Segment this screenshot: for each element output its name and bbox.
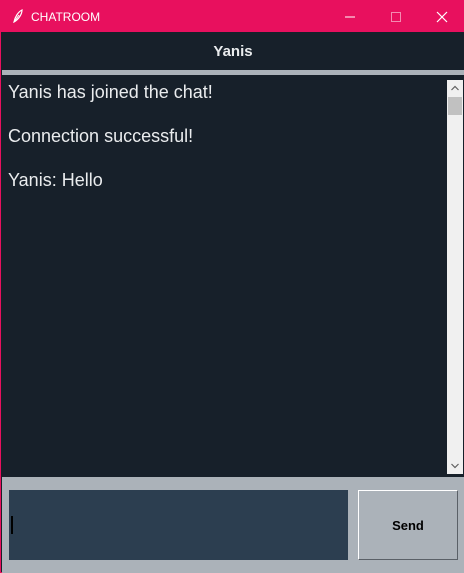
maximize-button[interactable] bbox=[373, 1, 419, 32]
message-list: Yanis has joined the chat! Connection su… bbox=[8, 81, 444, 213]
minimize-button[interactable] bbox=[327, 1, 373, 32]
title-bar[interactable]: CHATROOM bbox=[1, 1, 464, 32]
composer-panel: Send bbox=[2, 477, 464, 573]
text-cursor bbox=[11, 516, 13, 534]
feather-icon bbox=[13, 9, 23, 23]
message-item: Yanis has joined the chat! bbox=[8, 82, 213, 102]
scroll-up-button[interactable] bbox=[447, 80, 463, 96]
message-input[interactable] bbox=[9, 490, 348, 560]
send-button[interactable]: Send bbox=[358, 490, 458, 560]
minimize-icon bbox=[345, 16, 355, 17]
scroll-down-button[interactable] bbox=[447, 458, 463, 474]
message-scrollbar[interactable] bbox=[447, 80, 463, 474]
maximize-icon bbox=[391, 11, 401, 22]
chevron-down-icon bbox=[451, 463, 459, 469]
message-item: Connection successful! bbox=[8, 126, 194, 146]
scrollbar-thumb[interactable] bbox=[448, 97, 462, 115]
window-title: CHATROOM bbox=[31, 10, 101, 24]
chevron-up-icon bbox=[451, 85, 459, 91]
message-area[interactable]: Yanis has joined the chat! Connection su… bbox=[2, 75, 464, 477]
close-icon bbox=[436, 11, 448, 22]
username-label: Yanis bbox=[213, 42, 253, 60]
close-button[interactable] bbox=[419, 1, 464, 32]
chatroom-window: CHATROOM Yanis Yanis has joined the chat… bbox=[0, 0, 464, 573]
chat-header: Yanis bbox=[2, 32, 464, 70]
message-item: Yanis: Hello bbox=[8, 170, 103, 190]
